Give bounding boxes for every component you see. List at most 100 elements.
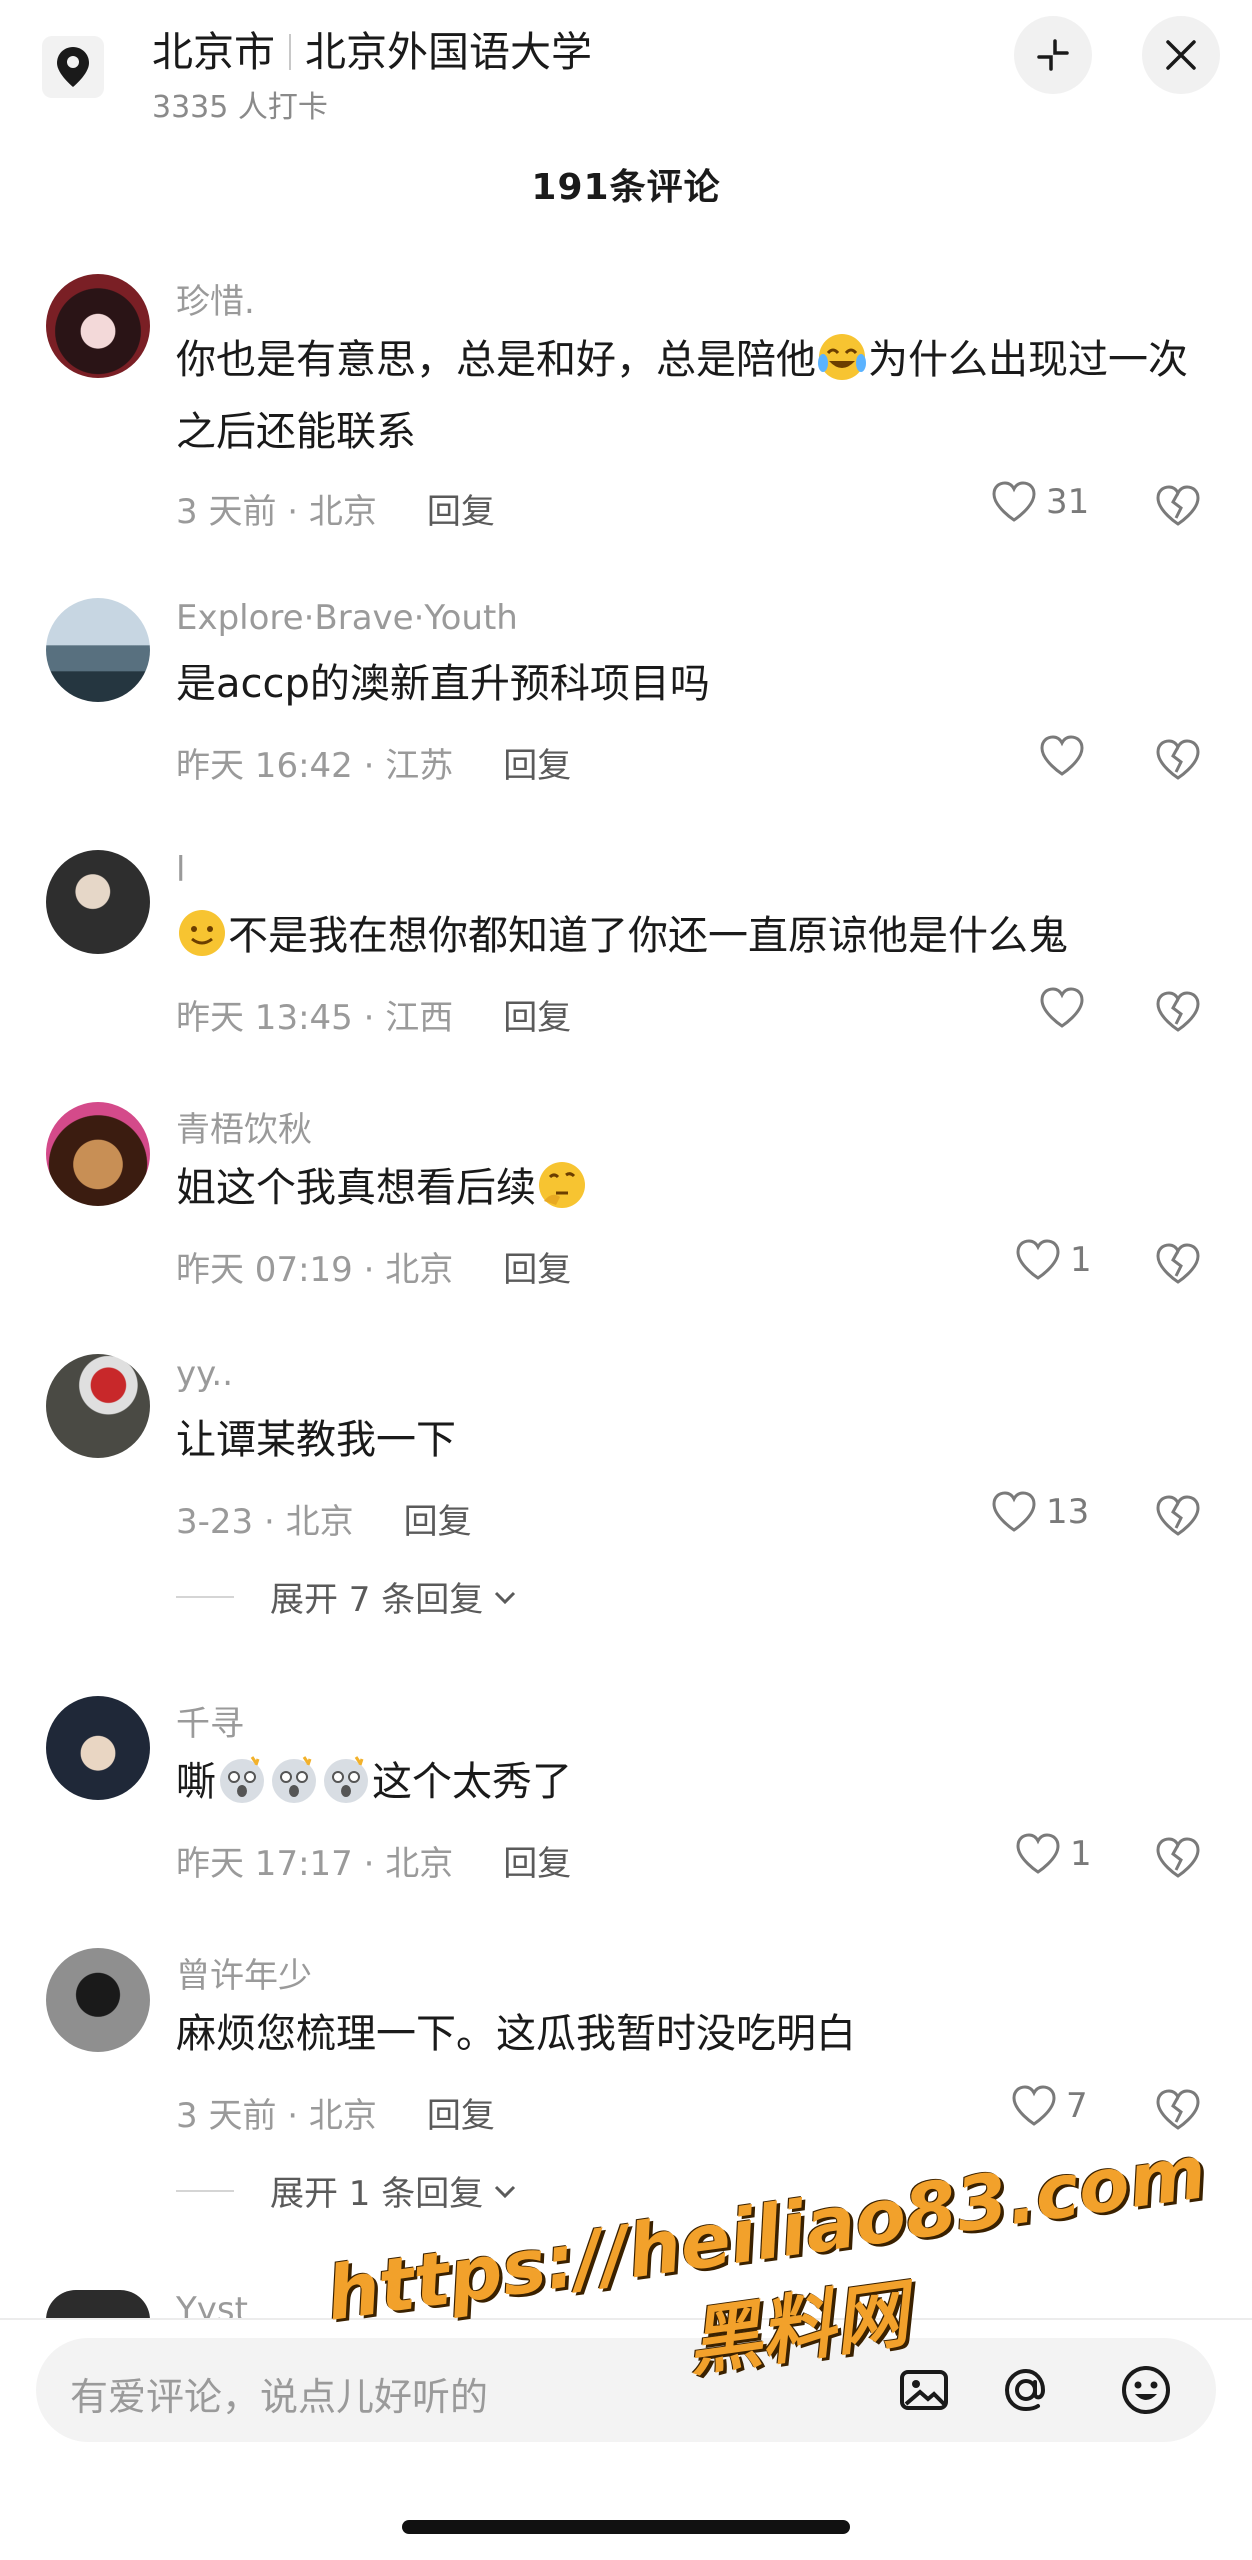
dislike-heart-icon[interactable] — [1154, 1492, 1202, 1540]
reply-button[interactable]: 回复 — [404, 1502, 472, 1542]
comment-text-part: 嘶 — [176, 1759, 216, 1805]
heart-icon — [992, 481, 1036, 522]
username[interactable]: l — [176, 850, 185, 890]
reply-button[interactable]: 回复 — [503, 1250, 571, 1290]
reply-button[interactable]: 回复 — [503, 1844, 571, 1884]
comment-time-location: 昨天 13:45 · 江西 — [176, 998, 454, 1038]
expand-replies-button[interactable]: 展开 1 条回复 — [176, 2166, 519, 2215]
username[interactable]: 珍惜. — [176, 274, 255, 323]
location-pin-icon[interactable] — [42, 36, 104, 98]
avatar[interactable] — [46, 1696, 150, 1800]
comment-text-part: 你也是有意思，总是和好，总是陪他 — [176, 337, 816, 383]
avatar[interactable] — [46, 2290, 150, 2320]
dislike-heart-icon[interactable] — [1154, 482, 1202, 530]
comment-time-location: 3 天前 · 北京 — [176, 492, 377, 532]
home-indicator[interactable] — [402, 2520, 850, 2534]
heart-icon — [1012, 2085, 1056, 2126]
avatar[interactable] — [46, 274, 150, 378]
like-count: 31 — [1046, 482, 1090, 522]
bottom-divider — [0, 2318, 1252, 2320]
image-icon[interactable] — [894, 2360, 954, 2420]
location-header: 北京市 北京外国语大学 3335 人打卡 — [0, 0, 1252, 140]
avatar[interactable] — [46, 1948, 150, 2052]
heart-icon — [1040, 987, 1084, 1028]
avatar[interactable] — [46, 1354, 150, 1458]
comment-time-location: 昨天 07:19 · 北京 — [176, 1250, 454, 1290]
expand-replies-button[interactable]: 展开 7 条回复 — [176, 1572, 519, 1621]
comment-time-location: 昨天 17:17 · 北京 — [176, 1844, 454, 1884]
comment-text: 是accp的澳新直升预科项目吗 — [176, 661, 710, 707]
reply-button[interactable]: 回复 — [503, 746, 571, 786]
like-count: 7 — [1066, 2086, 1088, 2126]
username[interactable]: 曾许年少 — [176, 1948, 312, 1997]
comment-meta: 昨天 13:45 · 江西 回复 — [176, 990, 571, 1039]
reply-button[interactable]: 回复 — [503, 998, 571, 1038]
thinking-emoji-icon — [539, 1162, 585, 1208]
reply-button[interactable]: 回复 — [427, 2096, 495, 2136]
comment-text-part: 不是我在想你都知道了你还一直原谅他是什么鬼 — [228, 913, 1068, 959]
comment-time-location: 3 天前 · 北京 — [176, 2096, 377, 2136]
avatar[interactable] — [46, 850, 150, 954]
dislike-heart-icon[interactable] — [1154, 736, 1202, 784]
username[interactable]: 青梧饮秋 — [176, 1102, 312, 1151]
comment-meta: 3-23 · 北京 回复 — [176, 1494, 472, 1543]
username[interactable]: Yyst — [176, 2290, 248, 2320]
avatar[interactable] — [46, 598, 150, 702]
location-city: 北京市 — [152, 28, 275, 76]
chevron-down-icon — [495, 1591, 516, 1604]
heart-icon — [1016, 1239, 1060, 1280]
like-button[interactable]: 31 — [990, 480, 1089, 524]
location-place: 北京外国语大学 — [305, 28, 592, 76]
reply-button[interactable]: 回复 — [427, 492, 495, 532]
heart-icon — [1040, 735, 1084, 776]
like-button[interactable] — [1038, 734, 1094, 778]
avatar[interactable] — [46, 1102, 150, 1206]
comment-time-location: 昨天 16:42 · 江苏 — [176, 746, 454, 786]
dislike-heart-icon[interactable] — [1154, 1240, 1202, 1288]
expand-divider — [176, 1595, 234, 1598]
expand-replies-label: 展开 1 条回复 — [270, 2174, 484, 2214]
comment-time-location: 3-23 · 北京 — [176, 1502, 354, 1542]
like-button[interactable]: 1 — [1014, 1238, 1092, 1282]
title-separator — [289, 34, 291, 70]
emoji-icon[interactable] — [1116, 2360, 1176, 2420]
like-count: 1 — [1070, 1240, 1092, 1280]
dislike-heart-icon[interactable] — [1154, 988, 1202, 1036]
comment-text: 不是我在想你都知道了你还一直原谅他是什么鬼 — [176, 900, 1206, 972]
comment-meta: 3 天前 · 北京 回复 — [176, 484, 495, 533]
like-button[interactable]: 1 — [1014, 1832, 1092, 1876]
username[interactable]: yy.. — [176, 1354, 233, 1394]
comment-text-part: 这个太秀了 — [372, 1759, 572, 1805]
like-count: 13 — [1046, 1492, 1090, 1532]
crying-laughing-emoji-icon — [818, 334, 866, 380]
comment-meta: 3 天前 · 北京 回复 — [176, 2088, 495, 2137]
shocked-emoji-icon — [220, 1756, 264, 1803]
comment-meta: 昨天 17:17 · 北京 回复 — [176, 1836, 571, 1885]
expand-divider — [176, 2189, 234, 2192]
shocked-emoji-icon — [272, 1756, 316, 1803]
chevron-down-icon — [495, 2185, 516, 2198]
shocked-emoji-icon — [324, 1756, 368, 1803]
close-icon — [1166, 40, 1196, 70]
heart-icon — [992, 1491, 1036, 1532]
slightly-smiling-emoji-icon — [179, 910, 225, 956]
like-button[interactable]: 13 — [990, 1490, 1089, 1534]
dislike-heart-icon[interactable] — [1154, 2086, 1202, 2134]
checkin-count: 3335 人打卡 — [152, 90, 328, 125]
username[interactable]: 千寻 — [176, 1696, 244, 1745]
like-button[interactable]: 7 — [1010, 2084, 1088, 2128]
close-button[interactable] — [1142, 16, 1220, 94]
like-button[interactable] — [1038, 986, 1094, 1030]
expand-replies-label: 展开 7 条回复 — [270, 1580, 484, 1620]
comments-page: 北京市 北京外国语大学 3335 人打卡 191条评论 珍惜. 你也是有意思，总是… — [0, 0, 1252, 2560]
collapse-button[interactable] — [1014, 16, 1092, 94]
comment-text: 你也是有意思，总是和好，总是陪他 为什么出现过一次之后还能联系 — [176, 324, 1206, 468]
comment-input[interactable]: 有爱评论，说点儿好听的 — [36, 2338, 1216, 2442]
comment-count-title: 191条评论 — [531, 167, 721, 208]
comment-meta: 昨天 16:42 · 江苏 回复 — [176, 738, 571, 787]
mention-icon[interactable] — [996, 2360, 1056, 2420]
username[interactable]: Explore·Brave·Youth — [176, 598, 518, 638]
comment-text-part: 姐这个我真想看后续 — [176, 1165, 536, 1211]
dislike-heart-icon[interactable] — [1154, 1834, 1202, 1882]
location-title[interactable]: 北京市 北京外国语大学 — [152, 18, 592, 78]
